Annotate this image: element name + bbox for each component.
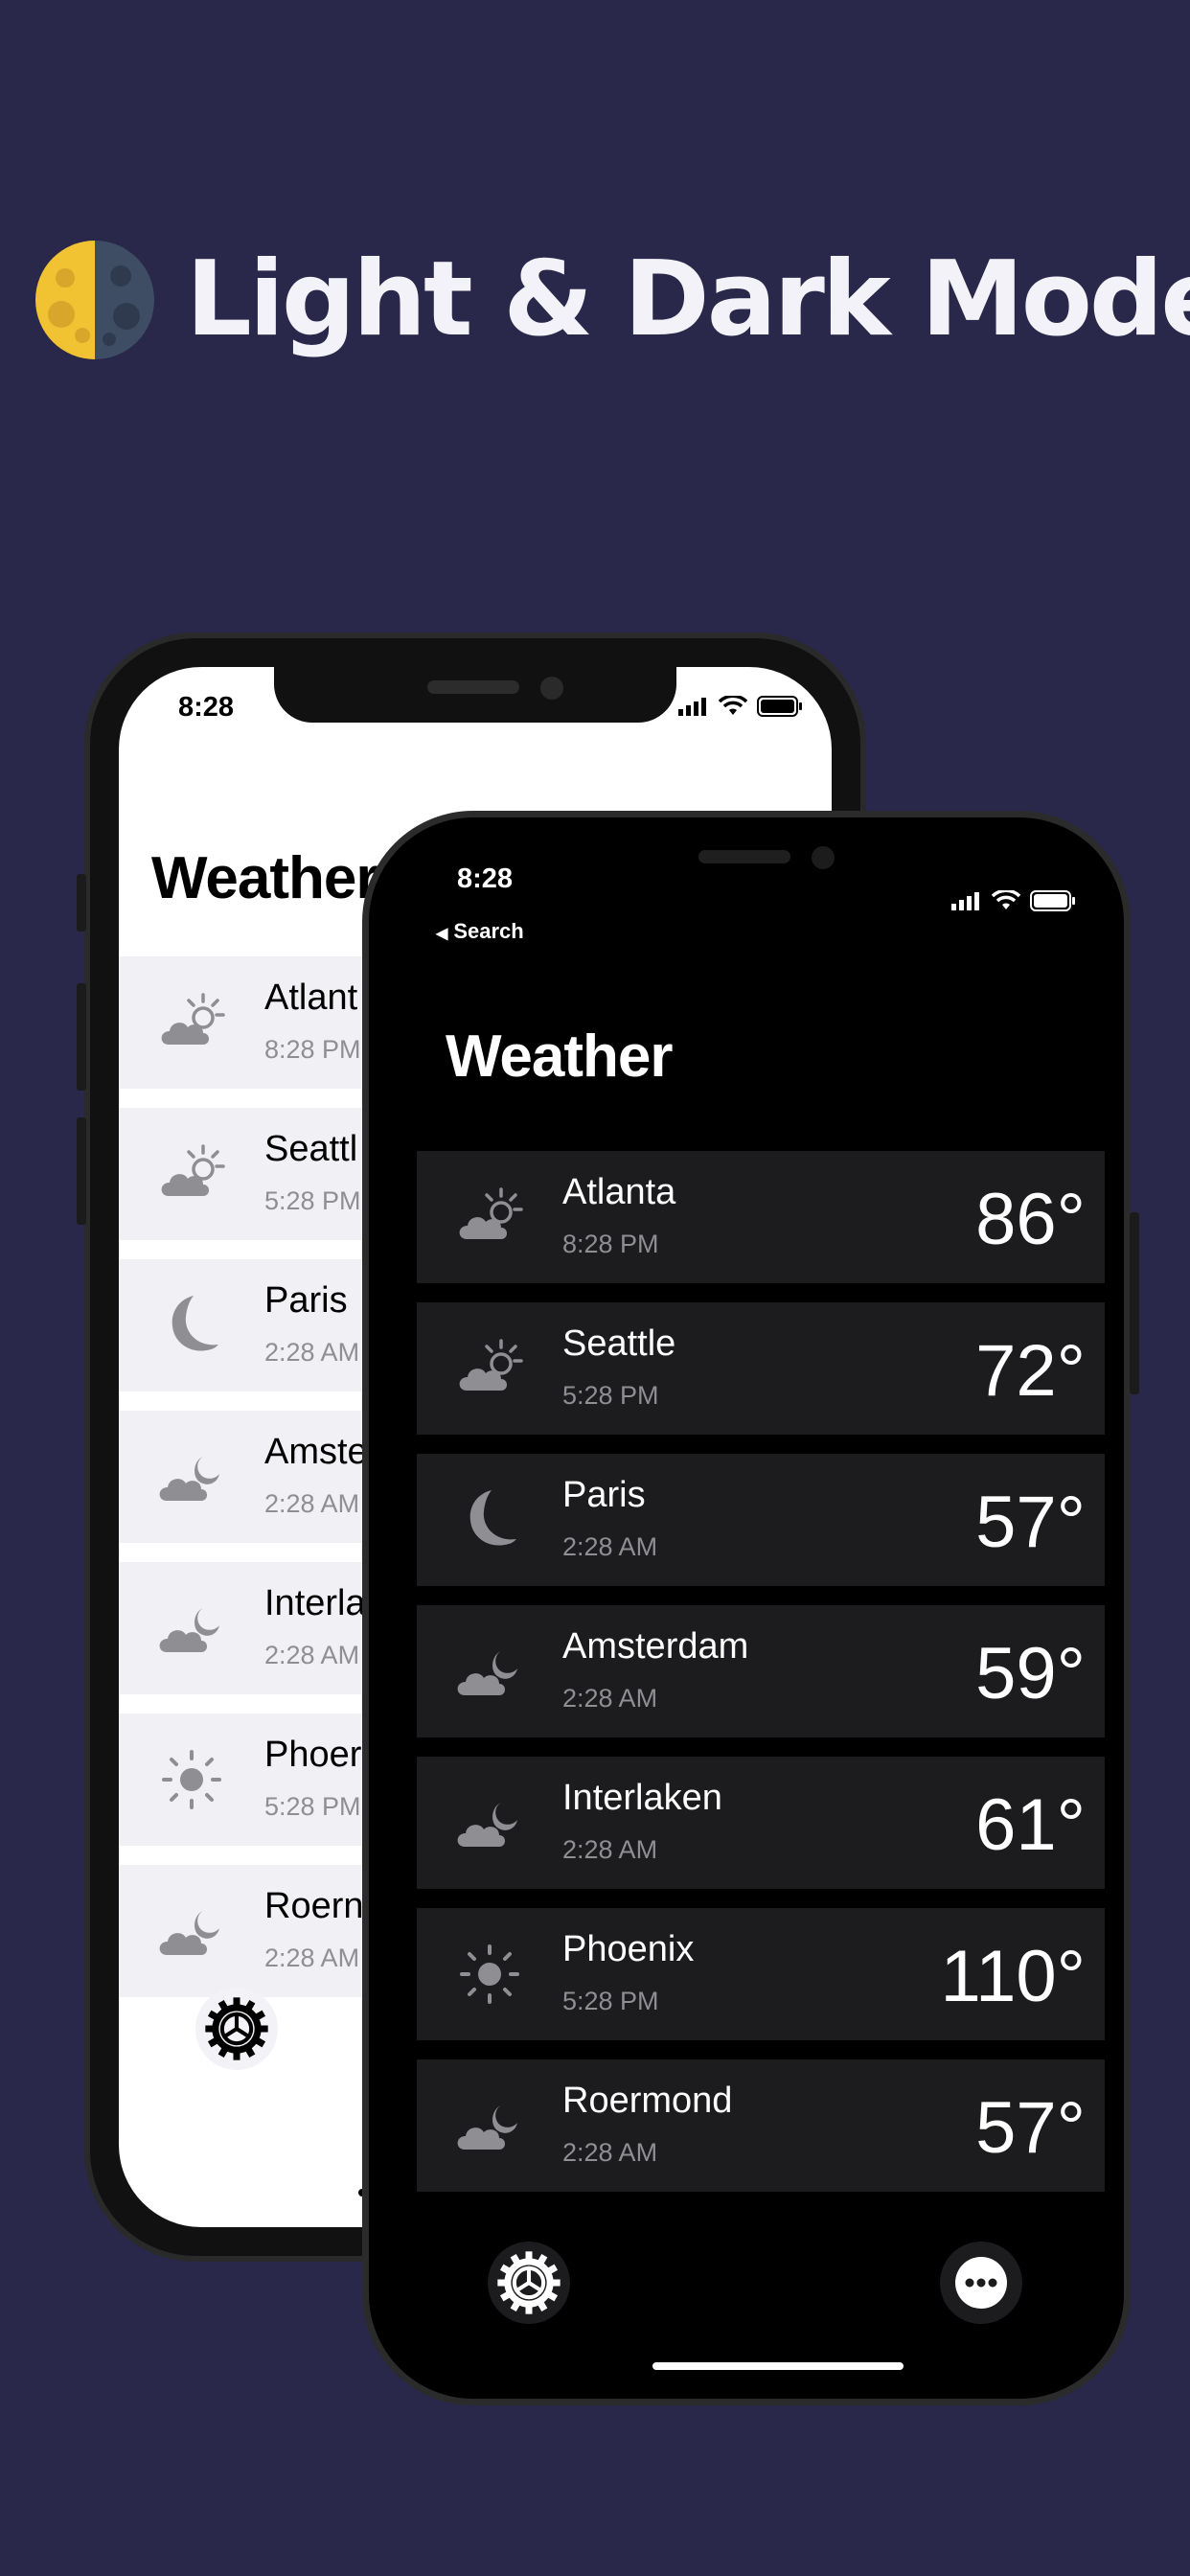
local-time: 2:28 AM xyxy=(562,1684,658,1713)
notch xyxy=(545,837,948,894)
cellular-signal-icon xyxy=(678,698,706,716)
local-time: 5:28 PM xyxy=(264,1792,361,1821)
gear-icon xyxy=(495,2249,562,2316)
city-name: Seattl xyxy=(264,1129,358,1169)
status-icons xyxy=(678,696,803,717)
list-item[interactable]: Roermond 2:28 AM 57° xyxy=(417,2059,1105,2192)
promo-headline: Light & Dark Mode xyxy=(186,240,1190,359)
local-time: 2:28 AM xyxy=(264,1641,360,1669)
local-time: 2:28 AM xyxy=(562,1532,658,1561)
cloud-sun-icon xyxy=(453,1184,526,1251)
promo-header: Light & Dark Mode xyxy=(0,0,1190,402)
city-name: Amsterdam xyxy=(562,1626,749,1667)
moon-icon xyxy=(155,1292,228,1359)
local-time: 2:28 AM xyxy=(264,1338,360,1367)
list-item[interactable]: Seattle 5:28 PM 72° xyxy=(417,1302,1105,1435)
more-button[interactable] xyxy=(940,2242,1022,2324)
city-name: Interlaken xyxy=(562,1778,722,1818)
notch xyxy=(274,667,676,723)
local-time: 5:28 PM xyxy=(562,1987,659,2015)
battery-icon xyxy=(1030,890,1075,911)
city-list: Atlanta 8:28 PM 86° Seattle 5:28 PM 72° … xyxy=(417,1151,1105,2211)
temperature: 110° xyxy=(940,1936,1086,2017)
moon-icon xyxy=(453,1486,526,1553)
city-name: Paris xyxy=(562,1475,646,1515)
temperature: 61° xyxy=(975,1784,1086,1866)
dark-screen: 8:28 ◀ Search Weather Atlanta 8:28 PM 86°… xyxy=(388,837,1105,2380)
moon-quarter-icon xyxy=(35,241,154,359)
local-time: 2:28 AM xyxy=(264,1944,360,1972)
local-time: 2:28 AM xyxy=(562,1835,658,1864)
cloud-moon-icon xyxy=(453,1638,526,1705)
page-title: Weather xyxy=(446,1024,673,1090)
city-name: Phoenix xyxy=(562,1929,695,1969)
cloud-sun-icon xyxy=(453,1335,526,1402)
back-arrow-icon: ◀ xyxy=(436,926,448,942)
ellipsis-icon xyxy=(955,2257,1007,2309)
local-time: 2:28 AM xyxy=(562,2138,658,2167)
cloud-moon-icon xyxy=(453,1789,526,1856)
list-item[interactable]: Paris 2:28 AM 57° xyxy=(417,1454,1105,1586)
status-icons xyxy=(951,890,1076,911)
city-name: Atlant xyxy=(264,978,358,1018)
city-name: Phoer xyxy=(264,1735,362,1775)
temperature: 86° xyxy=(975,1179,1086,1260)
city-name: Amste xyxy=(264,1432,368,1472)
cloud-moon-icon xyxy=(453,2092,526,2159)
list-item[interactable]: Phoenix 5:28 PM 110° xyxy=(417,1908,1105,2040)
dark-mode-phone: 8:28 ◀ Search Weather Atlanta 8:28 PM 86°… xyxy=(362,811,1139,2405)
list-item[interactable]: Interlaken 2:28 AM 61° xyxy=(417,1757,1105,1889)
settings-button[interactable] xyxy=(195,1988,278,2070)
sun-icon xyxy=(453,1941,526,2008)
back-label: Search xyxy=(453,919,524,943)
back-button[interactable]: ◀ Search xyxy=(436,919,524,944)
wifi-icon xyxy=(992,890,1020,909)
city-name: Roermond xyxy=(562,2081,733,2121)
local-time: 8:28 PM xyxy=(562,1230,659,1258)
home-indicator xyxy=(652,2362,904,2370)
list-item[interactable]: Amsterdam 2:28 AM 59° xyxy=(417,1605,1105,1737)
city-name: Roern xyxy=(264,1886,364,1926)
temperature: 57° xyxy=(975,1482,1086,1563)
local-time: 8:28 PM xyxy=(264,1035,361,1064)
cloud-sun-icon xyxy=(155,1140,228,1208)
battery-icon xyxy=(757,696,802,717)
cellular-signal-icon xyxy=(951,892,979,910)
cloud-moon-icon xyxy=(155,1898,228,1965)
temperature: 72° xyxy=(975,1330,1086,1412)
cloud-moon-icon xyxy=(155,1595,228,1662)
city-name: Atlanta xyxy=(562,1172,676,1212)
status-time: 8:28 xyxy=(178,692,235,723)
page-title: Weather xyxy=(151,845,378,911)
city-name: Paris xyxy=(264,1280,348,1321)
temperature: 57° xyxy=(975,2087,1086,2169)
temperature: 59° xyxy=(975,1633,1086,1714)
wifi-icon xyxy=(719,696,747,715)
local-time: 5:28 PM xyxy=(264,1186,361,1215)
local-time: 5:28 PM xyxy=(562,1381,659,1410)
list-item[interactable]: Atlanta 8:28 PM 86° xyxy=(417,1151,1105,1283)
city-name: Interla xyxy=(264,1583,366,1623)
status-time: 8:28 xyxy=(457,863,514,894)
city-name: Seattle xyxy=(562,1323,676,1364)
gear-icon xyxy=(203,1995,270,2062)
cloud-moon-icon xyxy=(155,1443,228,1510)
cloud-sun-icon xyxy=(155,989,228,1056)
local-time: 2:28 AM xyxy=(264,1489,360,1518)
settings-button[interactable] xyxy=(488,2242,570,2324)
sun-icon xyxy=(155,1746,228,1813)
